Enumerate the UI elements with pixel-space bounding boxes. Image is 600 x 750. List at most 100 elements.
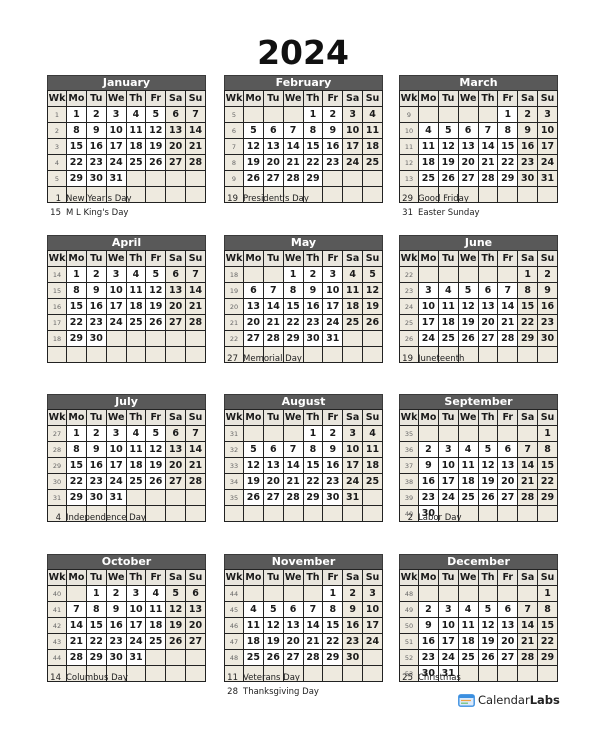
week-number: 37 xyxy=(399,457,419,474)
day-cell: 23 xyxy=(105,633,127,650)
empty-day-cell xyxy=(418,266,439,283)
week-number: 38 xyxy=(399,473,419,490)
weekday-header-row: Wk Mo Tu We Th Fr Sa Su xyxy=(399,569,558,586)
day-cell: 29 xyxy=(66,330,87,347)
empty-day-cell xyxy=(457,106,479,123)
holiday-date: 31 xyxy=(402,208,413,218)
day-cell: 14 xyxy=(185,441,206,458)
week-row: 19 6 7 8 9 10 11 12 xyxy=(224,282,383,299)
day-cell: 24 xyxy=(342,154,364,171)
week-row: 29 15 16 17 18 19 20 21 xyxy=(47,457,206,474)
week-number: 31 xyxy=(47,489,67,506)
day-cell: 9 xyxy=(342,601,364,618)
month-header: December xyxy=(399,554,558,569)
empty-day-cell xyxy=(342,170,364,187)
day-cell: 27 xyxy=(282,649,304,666)
month-header: April xyxy=(47,235,206,250)
week-row: 34 19 20 21 22 23 24 25 xyxy=(224,473,383,490)
week-number: 47 xyxy=(224,633,244,650)
day-cell: 19 xyxy=(165,617,187,634)
empty-day-cell xyxy=(282,585,304,602)
day-cell: 4 xyxy=(457,601,479,618)
empty-day-cell xyxy=(66,346,87,363)
day-cell: 3 xyxy=(322,266,344,283)
weekday-header: Tu xyxy=(262,409,284,426)
weekday-header: Th xyxy=(125,90,147,107)
day-cell: 7 xyxy=(185,106,206,123)
week-number: 36 xyxy=(399,441,419,458)
empty-day-cell xyxy=(437,266,459,283)
day-cell: 16 xyxy=(322,457,344,474)
weekday-header: Sa xyxy=(517,90,539,107)
weekday-header: Su xyxy=(362,90,383,107)
month-grid: Wk Mo Tu We Th Fr Sa Su 27 1 2 3 4 5 6 7 28 8 9 10 11 12 13 14 2… xyxy=(47,409,206,522)
empty-day-cell xyxy=(243,505,264,522)
week-row: 4 22 23 24 25 26 27 28 xyxy=(47,154,206,171)
empty-day-cell xyxy=(477,266,499,283)
empty-day-cell xyxy=(457,665,479,682)
weekday-header: We xyxy=(105,409,127,426)
week-row: 25 17 18 19 20 21 22 23 xyxy=(399,314,558,331)
day-cell: 16 xyxy=(322,138,344,155)
day-cell: 19 xyxy=(477,473,499,490)
day-cell: 2 xyxy=(85,106,107,123)
day-cell: 15 xyxy=(66,457,87,474)
day-cell: 28 xyxy=(497,330,519,347)
day-cell: 29 xyxy=(282,330,304,347)
day-cell: 4 xyxy=(243,601,264,618)
week-row: 48 25 26 27 28 29 30 xyxy=(224,649,383,666)
day-cell: 15 xyxy=(66,298,87,315)
day-cell: 21 xyxy=(185,138,206,155)
day-cell: 27 xyxy=(262,489,284,506)
day-cell: 15 xyxy=(322,617,344,634)
day-cell: 4 xyxy=(125,106,147,123)
day-cell: 6 xyxy=(243,282,264,299)
empty-day-cell xyxy=(437,585,459,602)
weekday-header: Th xyxy=(477,409,499,426)
weekday-header: Tu xyxy=(85,409,107,426)
day-cell: 11 xyxy=(125,441,147,458)
page-title: 2024 xyxy=(257,33,349,72)
week-number: 5 xyxy=(224,106,244,123)
day-cell: 10 xyxy=(105,122,127,139)
day-cell: 13 xyxy=(457,138,479,155)
month-header: January xyxy=(47,75,206,90)
day-cell: 29 xyxy=(66,489,87,506)
day-cell: 24 xyxy=(105,314,127,331)
empty-day-cell xyxy=(517,585,539,602)
empty-day-cell xyxy=(497,665,519,682)
day-cell: 28 xyxy=(262,330,284,347)
day-cell: 31 xyxy=(125,649,147,666)
day-cell: 26 xyxy=(477,649,499,666)
empty-day-cell xyxy=(282,505,304,522)
empty-day-cell xyxy=(477,585,499,602)
day-cell: 23 xyxy=(85,314,107,331)
weekday-header: Wk xyxy=(224,409,244,426)
month-grid: Wk Mo Tu We Th Fr Sa Su 18 1 2 3 4 5 19 6 7 8 9 10 11 12 20 13 1… xyxy=(224,250,383,363)
day-cell: 12 xyxy=(145,441,167,458)
day-cell: 11 xyxy=(342,282,364,299)
day-cell: 11 xyxy=(437,298,459,315)
week-row: 2 8 9 10 11 12 13 14 xyxy=(47,122,206,139)
weekday-header: Sa xyxy=(517,409,539,426)
holiday-date: 4 xyxy=(55,513,61,523)
week-number: 46 xyxy=(224,617,244,634)
weekday-header: Su xyxy=(537,90,558,107)
day-cell: 22 xyxy=(66,154,87,171)
month-february: February Wk Mo Tu We Th Fr Sa Su 5 1 2 3 4 6 5 6 7 8 9 10 11 7… xyxy=(224,75,383,203)
weekday-header-row: Wk Mo Tu We Th Fr Sa Su xyxy=(399,90,558,107)
day-cell: 28 xyxy=(66,649,87,666)
day-cell: 5 xyxy=(362,266,383,283)
month-header: July xyxy=(47,394,206,409)
empty-day-cell xyxy=(497,266,519,283)
weekday-header-row: Wk Mo Tu We Th Fr Sa Su xyxy=(224,250,383,267)
day-cell: 30 xyxy=(517,170,539,187)
week-row: 36 2 3 4 5 6 7 8 xyxy=(399,441,558,458)
weekday-header: Fr xyxy=(145,250,167,267)
day-cell: 25 xyxy=(243,649,264,666)
weekday-header-row: Wk Mo Tu We Th Fr Sa Su xyxy=(224,569,383,586)
week-number: 26 xyxy=(399,330,419,347)
week-number: 27 xyxy=(47,425,67,442)
holiday-list: 1 New Year's Day 15 M L King's Day xyxy=(45,192,131,220)
day-cell: 18 xyxy=(437,314,459,331)
